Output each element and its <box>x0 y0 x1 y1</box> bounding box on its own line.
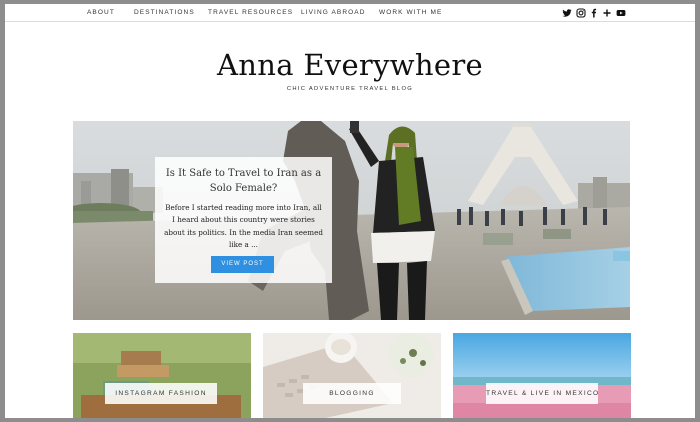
nav-item-living-abroad[interactable]: LIVING ABROAD <box>301 9 366 16</box>
site-title[interactable]: Anna Everywhere <box>5 48 695 82</box>
nav-item-work-with-me[interactable]: WORK WITH ME <box>379 9 442 16</box>
facebook-icon[interactable] <box>589 8 599 18</box>
google-plus-icon[interactable] <box>602 8 612 18</box>
nav-item-about[interactable]: ABOUT <box>87 9 115 16</box>
category-tile-instagram-fashion[interactable]: INSTAGRAM FASHION <box>73 333 251 418</box>
page-frame: ABOUT DESTINATIONS TRAVEL RESOURCES LIVI… <box>5 4 695 418</box>
instagram-icon[interactable] <box>576 8 586 18</box>
view-post-button[interactable]: VIEW POST <box>211 256 274 273</box>
featured-slider[interactable]: Is It Safe to Travel to Iran as a Solo F… <box>73 121 630 320</box>
category-tile-mexico[interactable]: TRAVEL & LIVE IN MEXICO <box>453 333 631 418</box>
featured-post-excerpt: Before I started reading more into Iran,… <box>164 203 323 249</box>
featured-post-title[interactable]: Is It Safe to Travel to Iran as a Solo F… <box>161 166 326 196</box>
top-nav: ABOUT DESTINATIONS TRAVEL RESOURCES LIVI… <box>5 4 695 22</box>
mexico-image <box>453 333 631 418</box>
featured-post-card: Is It Safe to Travel to Iran as a Solo F… <box>155 157 332 283</box>
category-label-blogging: BLOGGING <box>303 383 401 404</box>
category-label-mexico: TRAVEL & LIVE IN MEXICO <box>486 383 598 404</box>
blogging-image <box>263 333 441 418</box>
instagram-fashion-image <box>73 333 251 418</box>
twitter-icon[interactable] <box>562 8 572 18</box>
category-label-instagram-fashion: INSTAGRAM FASHION <box>105 383 217 404</box>
site-tagline: CHIC ADVENTURE TRAVEL BLOG <box>286 86 414 92</box>
category-tile-blogging[interactable]: BLOGGING <box>263 333 441 418</box>
nav-item-destinations[interactable]: DESTINATIONS <box>134 9 195 16</box>
nav-item-travel-resources[interactable]: TRAVEL RESOURCES <box>208 9 293 16</box>
youtube-icon[interactable] <box>616 8 626 18</box>
